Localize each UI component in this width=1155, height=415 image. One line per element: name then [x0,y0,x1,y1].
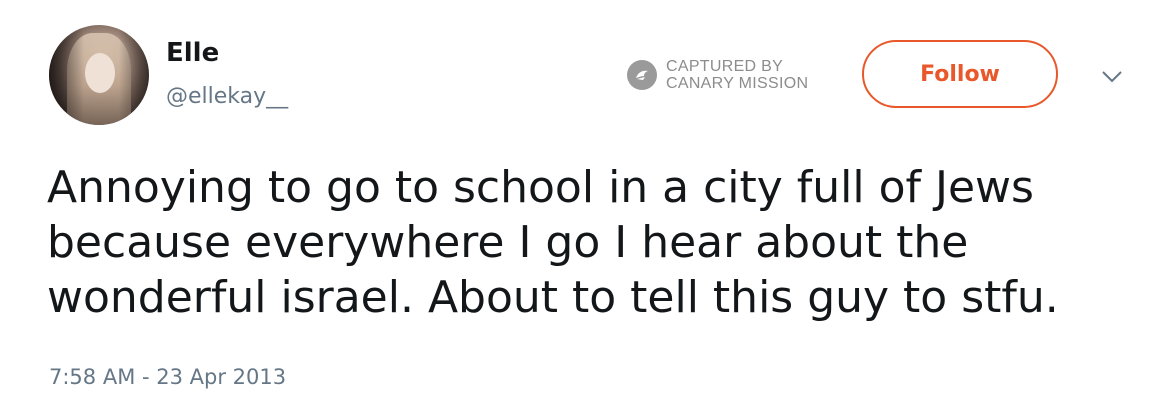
avatar-shade [49,25,149,125]
canary-bird-icon [627,60,657,90]
tweet-timestamp[interactable]: 7:58 AM - 23 Apr 2013 [49,367,286,388]
avatar[interactable] [49,25,149,125]
chevron-down-icon[interactable] [1100,66,1124,86]
author-display-name[interactable]: Elle [166,40,219,66]
captured-badge-line2: CANARY MISSION [666,75,809,92]
follow-button[interactable]: Follow [862,40,1058,108]
tweet-text: Annoying to go to school in a city full … [47,162,1059,323]
captured-badge-line1: CAPTURED BY [666,58,784,75]
captured-badge: CAPTURED BY CANARY MISSION [627,58,808,92]
author-handle[interactable]: @ellekay__ [166,86,288,108]
captured-badge-text: CAPTURED BY CANARY MISSION [666,58,808,92]
